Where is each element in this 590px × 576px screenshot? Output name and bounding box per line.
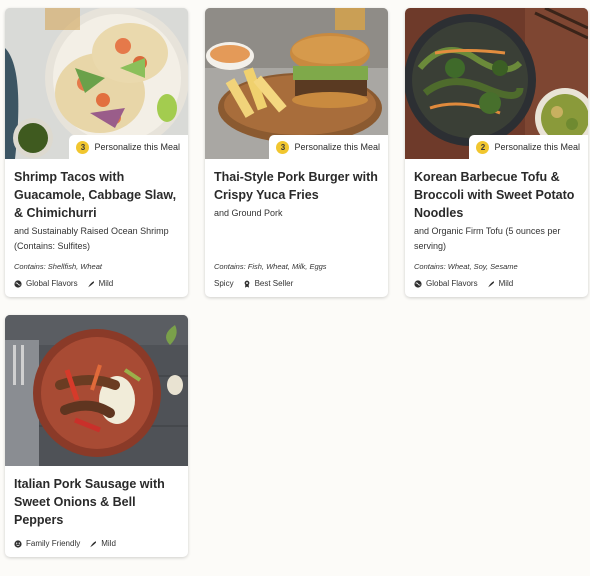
meal-card-pork-burger[interactable]: 3 Personalize this Meal Thai-Style Pork … (205, 8, 388, 297)
allergen-info: Contains: Wheat, Soy, Sesame (414, 262, 518, 271)
meal-title[interactable]: Korean Barbecue Tofu & Broccoli with Swe… (414, 168, 579, 222)
meal-tags: Global Flavors Mild (414, 279, 522, 288)
personalize-count-badge: 3 (76, 140, 90, 154)
smiley-icon (14, 539, 22, 548)
personalize-label: Personalize this Meal (494, 142, 580, 152)
personalize-label: Personalize this Meal (294, 142, 380, 152)
tag-family-friendly: Family Friendly (14, 539, 80, 548)
tag-global-flavors: Global Flavors (14, 279, 78, 288)
tag-label: Spicy (214, 279, 234, 288)
allergen-info: Contains: Shellfish, Wheat (14, 262, 102, 271)
tag-mild: Mild (87, 279, 114, 288)
meal-photo[interactable]: 3 Personalize this Meal (205, 8, 388, 159)
meal-subtitle: and Ground Pork (214, 208, 283, 218)
globe-icon (14, 279, 22, 288)
tag-label: Global Flavors (426, 279, 478, 288)
tag-global-flavors: Global Flavors (414, 279, 478, 288)
tag-mild: Mild (89, 539, 116, 548)
meal-tags: Global Flavors Mild (14, 279, 122, 288)
meal-photo[interactable]: 3 Personalize this Meal (5, 8, 188, 159)
meal-subtitle: and Organic Firm Tofu (5 ounces per serv… (414, 226, 561, 251)
meal-title[interactable]: Thai-Style Pork Burger with Crispy Yuca … (214, 168, 379, 204)
italian-sausage-photo (5, 315, 188, 466)
meal-photo[interactable] (5, 315, 188, 466)
meal-photo[interactable]: 2 Personalize this Meal (405, 8, 588, 159)
tag-label: Global Flavors (26, 279, 78, 288)
tag-label: Mild (498, 279, 514, 288)
personalize-meal-button[interactable]: 2 Personalize this Meal (469, 135, 588, 159)
personalize-count-badge: 2 (476, 140, 490, 154)
meal-title[interactable]: Italian Pork Sausage with Sweet Onions &… (14, 475, 179, 529)
chili-pepper-icon (487, 280, 494, 287)
tag-label: Family Friendly (26, 539, 81, 548)
tag-label: Mild (98, 279, 114, 288)
tag-mild: Mild (487, 279, 514, 288)
personalize-label: Personalize this Meal (94, 142, 180, 152)
meal-tags: Family Friendly Mild (14, 539, 125, 548)
meal-tags: Spicy Best Seller (214, 279, 302, 288)
tag-label: Mild (101, 539, 116, 548)
chili-pepper-icon (90, 540, 97, 547)
allergen-info: Contains: Fish, Wheat, Milk, Eggs (214, 262, 327, 271)
meal-subtitle: and Sustainably Raised Ocean Shrimp (Con… (14, 226, 169, 251)
chili-pepper-icon (87, 280, 94, 287)
meal-title[interactable]: Shrimp Tacos with Guacamole, Cabbage Sla… (14, 168, 179, 222)
personalize-meal-button[interactable]: 3 Personalize this Meal (269, 135, 388, 159)
meal-card-italian-sausage[interactable]: Italian Pork Sausage with Sweet Onions &… (5, 315, 188, 557)
tag-label: Best Seller (254, 279, 294, 288)
tag-spicy: Spicy (214, 279, 234, 288)
award-icon (244, 280, 249, 288)
personalize-meal-button[interactable]: 3 Personalize this Meal (69, 135, 188, 159)
meal-card-korean-tofu[interactable]: 2 Personalize this Meal Korean Barbecue … (405, 8, 588, 297)
globe-icon (414, 279, 422, 288)
tag-best-seller: Best Seller (243, 279, 294, 288)
meal-card-shrimp-tacos[interactable]: 3 Personalize this Meal Shrimp Tacos wit… (5, 8, 188, 297)
personalize-count-badge: 3 (276, 140, 290, 154)
